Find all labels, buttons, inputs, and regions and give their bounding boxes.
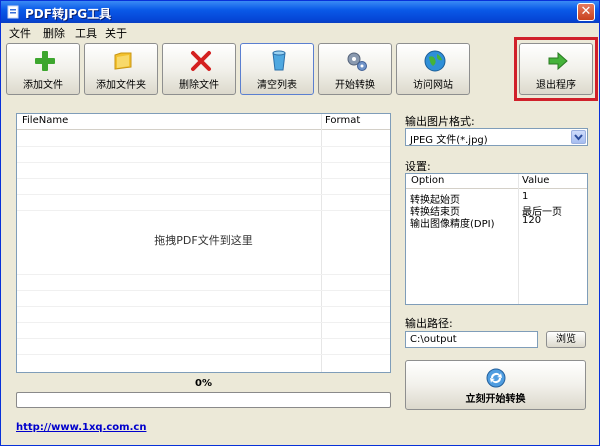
grid-line — [17, 194, 390, 195]
grid-line — [17, 162, 390, 163]
settings-header: Option Value — [406, 174, 587, 189]
settings-row[interactable]: 转换结束页 最后一页 — [406, 203, 587, 218]
add-folder-label: 添加文件夹 — [96, 80, 146, 91]
gears-icon — [347, 52, 367, 71]
column-value[interactable]: Value — [522, 175, 549, 186]
menu-tools[interactable]: 工具 — [75, 25, 97, 41]
grid-line — [17, 146, 390, 147]
delete-file-button[interactable]: 删除文件 — [162, 43, 236, 95]
folder-icon — [114, 52, 132, 70]
close-button[interactable]: ✕ — [577, 3, 595, 21]
progress-percent: 0% — [195, 378, 212, 389]
window-title: PDF转JPG工具 — [25, 7, 112, 21]
add-file-label: 添加文件 — [23, 80, 63, 91]
grid-line — [17, 178, 390, 179]
title-bar[interactable]: PDF转JPG工具 ✕ — [1, 1, 599, 23]
grid-line — [17, 306, 390, 307]
settings-row[interactable]: 输出图像精度(DPI) 120 — [406, 215, 587, 230]
clear-list-icon — [272, 50, 286, 71]
delete-file-label: 删除文件 — [179, 80, 219, 91]
grid-line — [17, 274, 390, 275]
visit-website-label: 访问网站 — [413, 80, 453, 91]
app-window: PDF转JPG工具 ✕ 文件 删除 工具 关于 添加文件 添加文件夹 删除文件 — [0, 0, 600, 446]
menu-about[interactable]: 关于 — [105, 25, 127, 41]
add-folder-button[interactable]: 添加文件夹 — [84, 43, 158, 95]
grid-line — [17, 322, 390, 323]
clear-list-label: 清空列表 — [257, 80, 297, 91]
grid-line — [17, 210, 390, 211]
delete-x-icon — [191, 51, 211, 71]
column-option[interactable]: Option — [411, 175, 444, 186]
grid-line — [17, 290, 390, 291]
settings-label: 设置: — [405, 160, 431, 173]
refresh-convert-icon — [486, 368, 506, 388]
menu-file[interactable]: 文件 — [9, 25, 31, 41]
grid-line — [17, 338, 390, 339]
dropdown-button[interactable] — [571, 130, 586, 144]
app-icon — [7, 5, 19, 19]
menu-delete[interactable]: 删除 — [43, 25, 65, 41]
column-format[interactable]: Format — [325, 115, 360, 126]
globe-icon — [424, 50, 446, 72]
chevron-down-icon — [574, 134, 583, 141]
file-list-header: FileName Format — [17, 114, 390, 130]
grid-line — [17, 354, 390, 355]
start-convert-toolbar-label: 开始转换 — [335, 80, 375, 91]
output-format-value: JPEG 文件(*.jpg) — [410, 135, 488, 146]
start-convert-toolbar-button[interactable]: 开始转换 — [318, 43, 392, 95]
column-filename[interactable]: FileName — [22, 115, 68, 126]
output-path-input[interactable]: C:\output — [405, 331, 538, 348]
setting-value: 1 — [522, 191, 529, 202]
progress-bar — [16, 392, 391, 408]
output-path-label: 输出路径: — [405, 317, 453, 330]
setting-value: 120 — [522, 215, 542, 226]
visit-website-button[interactable]: 访问网站 — [396, 43, 470, 95]
output-format-label: 输出图片格式: — [405, 115, 475, 128]
drop-hint-text: 拖拽PDF文件到这里 — [154, 234, 253, 247]
menu-bar: 文件 删除 工具 关于 — [1, 23, 599, 41]
output-format-select[interactable]: JPEG 文件(*.jpg) — [405, 128, 588, 146]
website-link[interactable]: http://www.1xq.com.cn — [16, 422, 146, 433]
start-convert-label: 立刻开始转换 — [465, 394, 526, 405]
file-list[interactable]: FileName Format 拖拽PDF文件到这里 — [16, 113, 391, 373]
browse-button[interactable]: 浏览 — [546, 331, 586, 348]
settings-row[interactable]: 转换起始页 1 — [406, 191, 587, 206]
add-file-button[interactable]: 添加文件 — [6, 43, 80, 95]
start-convert-button[interactable]: 立刻开始转换 — [405, 360, 586, 410]
clear-list-button[interactable]: 清空列表 — [240, 43, 314, 95]
setting-option: 输出图像精度(DPI) — [410, 219, 495, 230]
settings-table[interactable]: Option Value 转换起始页 1 转换结束页 最后一页 输出图像精度(D… — [405, 173, 588, 305]
exit-highlight-box — [514, 37, 598, 101]
plus-icon — [35, 51, 55, 71]
